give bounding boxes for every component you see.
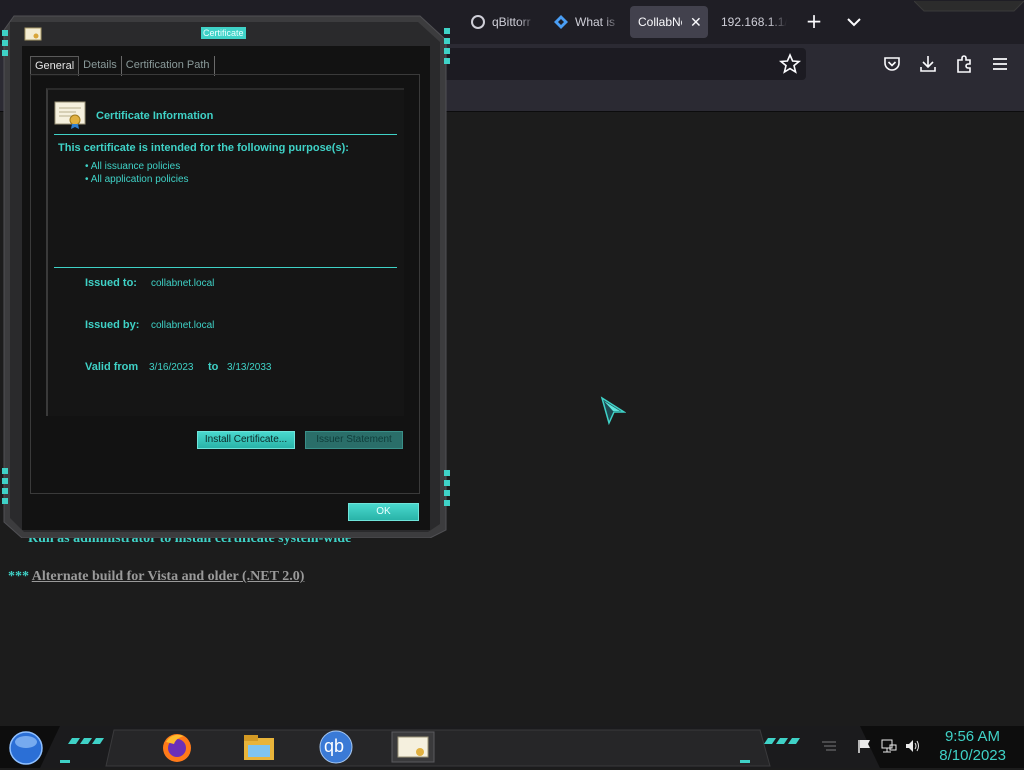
issued-by-label: Issued by: <box>85 319 140 331</box>
alternate-build-line: *** Alternate build for Vista and older … <box>8 569 304 585</box>
purpose-heading: This certificate is intended for the fol… <box>58 142 349 154</box>
tab-label: CollabNe <box>638 15 682 29</box>
mouse-cursor-icon <box>600 396 627 426</box>
close-tab-icon[interactable]: ✕ <box>690 14 702 31</box>
menu-hamburger-icon[interactable] <box>988 52 1012 76</box>
tab-qbittorrent[interactable]: qBittorr <box>470 6 536 38</box>
tab-list-chevron-icon[interactable] <box>844 12 864 32</box>
valid-from-value: 3/16/2023 <box>149 362 194 373</box>
qbittorrent-label: qb <box>324 736 345 756</box>
action-center-flag-icon[interactable] <box>856 738 874 754</box>
issued-to-label: Issued to: <box>85 277 137 289</box>
issued-by-value: collabnet.local <box>151 320 215 331</box>
install-certificate-button[interactable]: Install Certificate... <box>197 431 295 449</box>
certificate-info-title: Certificate Information <box>96 110 214 122</box>
tab-details[interactable]: Details <box>79 56 122 76</box>
divider <box>54 134 397 135</box>
alternate-build-link[interactable]: Alternate build for Vista and older (.NE… <box>32 569 305 584</box>
tab-router[interactable]: 192.168.1.1/ <box>721 6 787 38</box>
qbittorrent-icon <box>470 14 486 30</box>
tray-grip-icon <box>820 738 838 754</box>
new-tab-button[interactable]: + <box>804 11 824 32</box>
tab-what-is[interactable]: What is <box>553 6 621 38</box>
tab-general[interactable]: General <box>30 56 80 76</box>
file-explorer-taskbar-icon[interactable] <box>236 728 282 766</box>
tab-certification-path[interactable]: Certification Path <box>122 56 215 76</box>
pocket-icon[interactable] <box>880 52 904 76</box>
taskbar: qb 9:56 AM 8/10/2023 <box>0 726 1024 768</box>
purpose-item: • All application policies <box>85 174 189 185</box>
clock-date[interactable]: 8/10/2023 <box>939 747 1006 764</box>
qbittorrent-taskbar-icon[interactable]: qb <box>313 728 359 766</box>
certificate-icon <box>54 100 86 130</box>
purpose-item: • All issuance policies <box>85 161 181 172</box>
tab-collabnet[interactable]: CollabNe ✕ <box>630 6 708 38</box>
issuer-statement-button[interactable]: Issuer Statement <box>305 431 403 449</box>
address-bar[interactable] <box>440 48 806 80</box>
certificate-window-icon <box>24 26 42 41</box>
asterisks: *** <box>8 569 29 584</box>
ok-button[interactable]: OK <box>348 503 419 521</box>
valid-from-label: Valid from <box>85 361 139 373</box>
volume-icon[interactable] <box>904 738 922 754</box>
valid-to-label: to <box>208 361 219 373</box>
network-icon[interactable] <box>880 738 898 754</box>
valid-to-value: 3/13/2033 <box>227 362 272 373</box>
diamond-icon <box>553 14 569 30</box>
extensions-icon[interactable] <box>952 52 976 76</box>
downloads-icon[interactable] <box>916 52 940 76</box>
window-edge-decoration <box>913 0 1024 14</box>
divider <box>54 267 397 268</box>
dialog-title: Certificate <box>201 27 246 39</box>
bookmark-star-icon[interactable] <box>778 52 802 76</box>
start-button[interactable] <box>7 731 45 765</box>
issued-to-value: collabnet.local <box>151 278 215 289</box>
certificate-taskbar-icon[interactable] <box>390 728 436 766</box>
clock-time[interactable]: 9:56 AM <box>945 728 1000 745</box>
firefox-taskbar-icon[interactable] <box>154 728 200 766</box>
dialog-tabs: General Details Certification Path <box>30 56 215 76</box>
